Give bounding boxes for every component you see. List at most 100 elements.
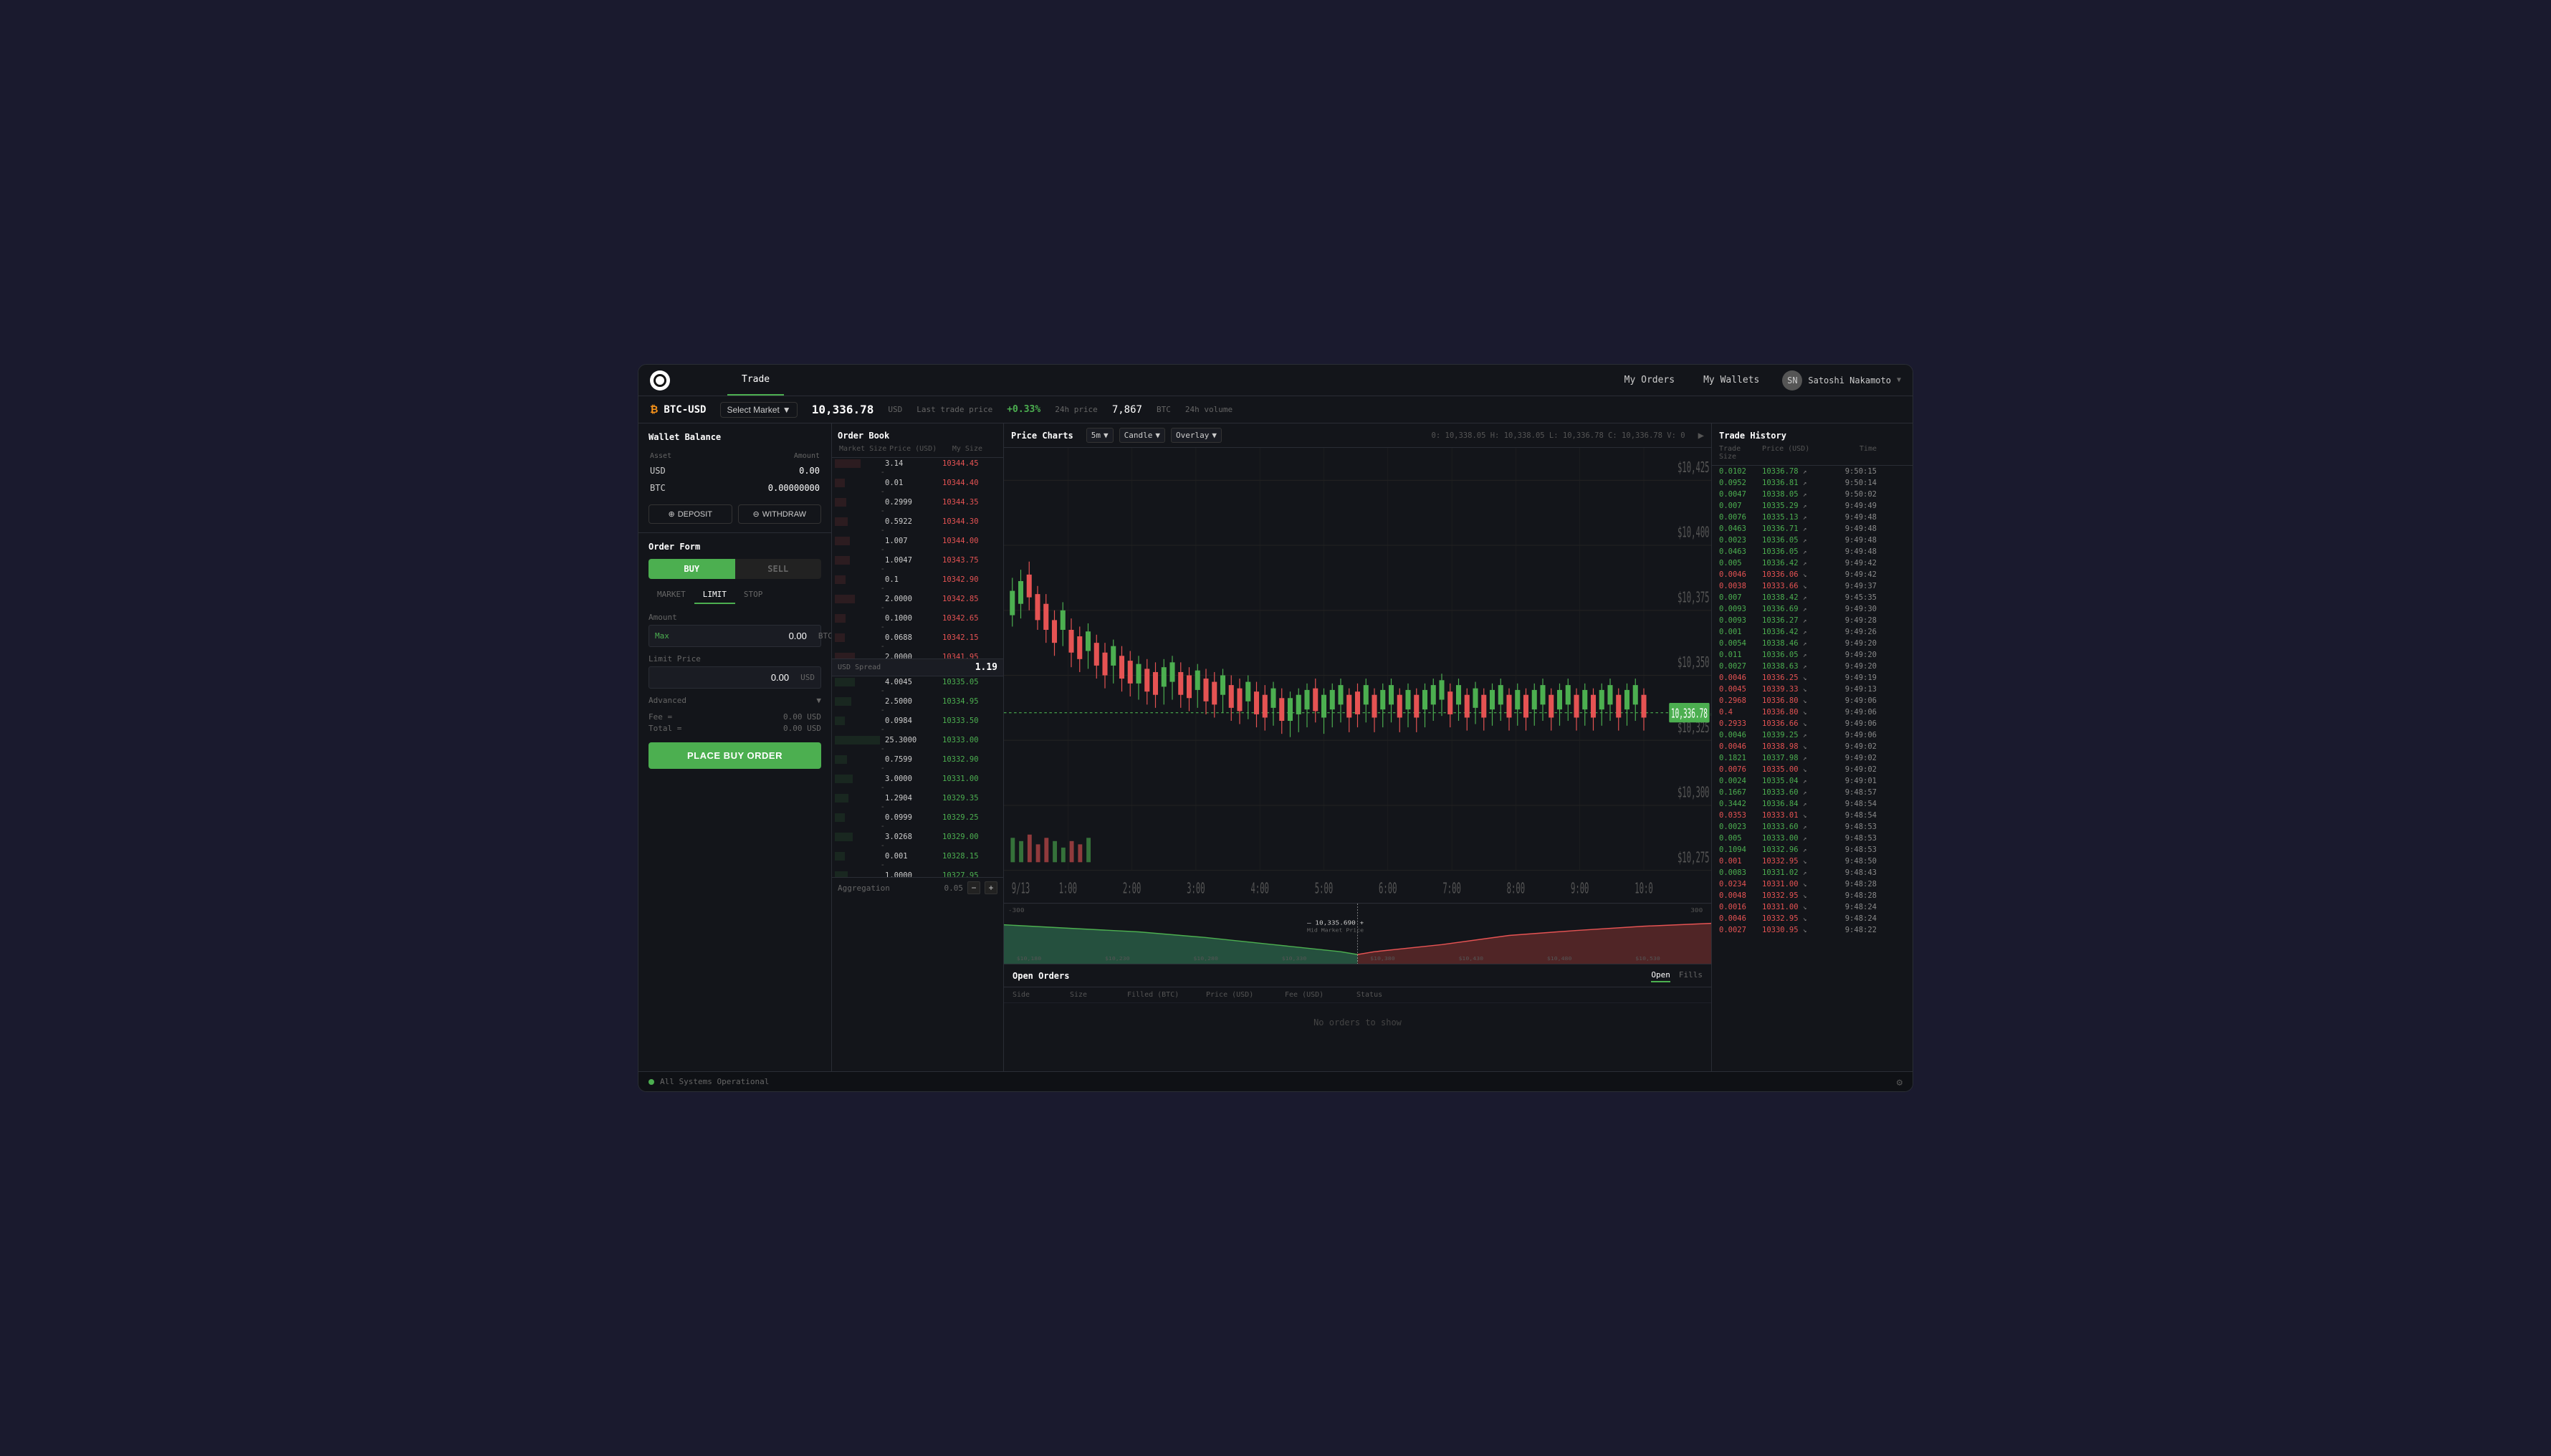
select-market-button[interactable]: Select Market ▼ xyxy=(720,402,797,418)
ask-row[interactable]: 1.0047 10343.75 - xyxy=(832,555,1003,574)
bid-row[interactable]: 0.001 10328.15 - xyxy=(832,851,1003,870)
svg-text:$10,180: $10,180 xyxy=(1017,956,1042,962)
ticker-price-unit: USD xyxy=(888,405,902,414)
minus-icon: ⊖ xyxy=(752,509,759,519)
ask-row[interactable]: 0.1 10342.90 - xyxy=(832,574,1003,593)
bid-row[interactable]: 1.0000 10327.95 - xyxy=(832,870,1003,877)
svg-text:$10,300: $10,300 xyxy=(1677,784,1710,801)
bid-row[interactable]: 0.7599 10332.90 - xyxy=(832,754,1003,773)
my-orders-btn[interactable]: My Orders xyxy=(1619,372,1680,388)
logo xyxy=(650,370,670,391)
amount-input-wrap: Max BTC xyxy=(648,625,821,647)
ask-row[interactable]: 0.5922 10344.30 - xyxy=(832,516,1003,535)
stop-tab[interactable]: STOP xyxy=(735,586,772,604)
trade-history-row: 0.001 10332.95 ↘ 9:48:50 xyxy=(1712,856,1913,867)
ask-row[interactable]: 2.0000 10342.85 - xyxy=(832,593,1003,613)
ask-row[interactable]: 3.14 10344.45 - xyxy=(832,458,1003,477)
bid-row[interactable]: 0.0999 10329.25 - xyxy=(832,812,1003,831)
pair-name: BTC-USD xyxy=(664,404,706,416)
open-orders-panel: Open Orders Open Fills Side Size Filled … xyxy=(1004,964,1711,1071)
bid-row[interactable]: 3.0000 10331.00 - xyxy=(832,773,1003,792)
order-book-panel: Order Book Market Size Price (USD) My Si… xyxy=(832,423,1004,1071)
deposit-button[interactable]: ⊕ DEPOSIT xyxy=(648,504,732,524)
amount-max-link[interactable]: Max xyxy=(649,631,675,641)
left-panel: Wallet Balance Asset Amount USD 0.00 xyxy=(638,423,832,1071)
trade-history-row: 0.0023 10333.60 ↗ 9:48:53 xyxy=(1712,821,1913,833)
svg-text:10:0: 10:0 xyxy=(1635,880,1652,897)
trade-history-row: 0.1667 10333.60 ↗ 9:48:57 xyxy=(1712,787,1913,798)
open-orders-title: Open Orders xyxy=(1013,971,1069,981)
trade-history-row: 0.0093 10336.27 ↗ 9:49:28 xyxy=(1712,615,1913,626)
bid-row[interactable]: 4.0045 10335.05 - xyxy=(832,676,1003,696)
wallet-asset-usd: USD xyxy=(650,463,699,479)
trade-history-row: 0.1094 10332.96 ↗ 9:48:53 xyxy=(1712,844,1913,856)
withdraw-button[interactable]: ⊖ WITHDRAW xyxy=(738,504,822,524)
footer-right: ⚙ xyxy=(1897,1075,1903,1088)
bid-row[interactable]: 0.0984 10333.50 - xyxy=(832,715,1003,734)
wallet-row-usd: USD 0.00 xyxy=(650,463,820,479)
status-text: All Systems Operational xyxy=(660,1077,769,1086)
svg-text:10,336.78: 10,336.78 xyxy=(1671,707,1708,721)
ticker-price-label: Last trade price xyxy=(916,405,992,414)
svg-text:4:00: 4:00 xyxy=(1250,880,1268,897)
nav-tab-trade[interactable]: Trade xyxy=(727,365,784,396)
order-type-tabs: MARKET LIMIT STOP xyxy=(648,586,821,604)
svg-text:$10,530: $10,530 xyxy=(1635,956,1660,962)
bid-row[interactable]: 25.3000 10333.00 - xyxy=(832,734,1003,754)
amount-unit: BTC xyxy=(813,631,831,641)
sell-tab[interactable]: SELL xyxy=(735,559,822,579)
wallet-table: Asset Amount USD 0.00 BTC 0.00000000 xyxy=(648,449,821,497)
order-form-section: Order Form BUY SELL MARKET LIMIT STOP Am… xyxy=(638,533,831,1071)
wallet-amount-usd: 0.00 xyxy=(701,463,820,479)
my-wallets-btn[interactable]: My Wallets xyxy=(1698,372,1765,388)
amount-field: Amount Max BTC xyxy=(648,613,821,647)
trade-history-row: 0.007 10338.42 ↗ 9:45:35 xyxy=(1712,592,1913,603)
trade-history-row: 0.2933 10336.66 ↘ 9:49:06 xyxy=(1712,718,1913,729)
bid-row[interactable]: 1.2904 10329.35 - xyxy=(832,792,1003,812)
fills-tab[interactable]: Fills xyxy=(1679,969,1703,982)
open-tab[interactable]: Open xyxy=(1651,969,1670,982)
advanced-toggle[interactable]: Advanced ▼ xyxy=(648,696,821,705)
ask-row[interactable]: 0.1000 10342.65 - xyxy=(832,613,1003,632)
settings-icon[interactable]: ⚙ xyxy=(1897,1077,1903,1088)
trade-history-row: 0.0038 10333.66 ↘ 9:49:37 xyxy=(1712,580,1913,592)
overlay-select[interactable]: Overlay ▼ xyxy=(1171,428,1222,443)
limit-tab[interactable]: LIMIT xyxy=(694,586,735,604)
wallet-amount-btc: 0.00000000 xyxy=(701,480,820,496)
place-order-button[interactable]: PLACE BUY ORDER xyxy=(648,742,821,769)
buy-tab[interactable]: BUY xyxy=(648,559,735,579)
candlestick-chart: $10,425 $10,400 $10,375 $10,350 $10,336.… xyxy=(1004,448,1711,903)
limit-price-label: Limit Price xyxy=(648,654,821,664)
agg-decrease-btn[interactable]: − xyxy=(967,881,980,894)
trade-history-row: 0.0952 10336.81 ↗ 9:50:14 xyxy=(1712,477,1913,489)
ask-row[interactable]: 0.2999 10344.35 - xyxy=(832,497,1003,516)
ask-row[interactable]: 1.007 10344.00 - xyxy=(832,535,1003,555)
ask-row[interactable]: 2.0000 10341.95 - xyxy=(832,651,1003,658)
fee-row: Fee = 0.00 USD xyxy=(648,712,821,722)
amount-input[interactable] xyxy=(675,626,813,646)
wallet-col-asset: Asset xyxy=(650,451,699,461)
svg-text:$10,280: $10,280 xyxy=(1193,956,1218,962)
svg-text:7:00: 7:00 xyxy=(1442,880,1460,897)
agg-increase-btn[interactable]: + xyxy=(985,881,997,894)
user-menu[interactable]: SN Satoshi Nakamoto ▼ xyxy=(1782,370,1901,391)
ask-row[interactable]: 0.01 10344.40 - xyxy=(832,477,1003,497)
limit-price-input[interactable] xyxy=(649,667,795,688)
user-avatar: SN xyxy=(1782,370,1802,391)
wallet-col-amount: Amount xyxy=(701,451,820,461)
chart-expand-icon[interactable]: ▶ xyxy=(1698,430,1704,441)
bid-row[interactable]: 3.0268 10329.00 - xyxy=(832,831,1003,851)
bid-row[interactable]: 2.5000 10334.95 - xyxy=(832,696,1003,715)
ask-row[interactable]: 0.0688 10342.15 - xyxy=(832,632,1003,651)
order-form-title: Order Form xyxy=(648,542,821,552)
svg-text:Mid Market Price: Mid Market Price xyxy=(1307,927,1364,933)
buy-sell-tabs: BUY SELL xyxy=(648,559,821,579)
market-tab[interactable]: MARKET xyxy=(648,586,694,604)
ticker-volume-unit: BTC xyxy=(1157,405,1171,414)
order-book-bids: 4.0045 10335.05 - 2.5000 10334.95 - 0.09… xyxy=(832,676,1003,877)
timeframe-select[interactable]: 5m ▼ xyxy=(1086,428,1114,443)
limit-price-unit: USD xyxy=(795,673,820,682)
ticker-volume-label: 24h volume xyxy=(1185,405,1233,414)
chart-header: Price Charts 5m ▼ Candle ▼ Overlay ▼ xyxy=(1004,423,1711,448)
chart-type-select[interactable]: Candle ▼ xyxy=(1119,428,1165,443)
